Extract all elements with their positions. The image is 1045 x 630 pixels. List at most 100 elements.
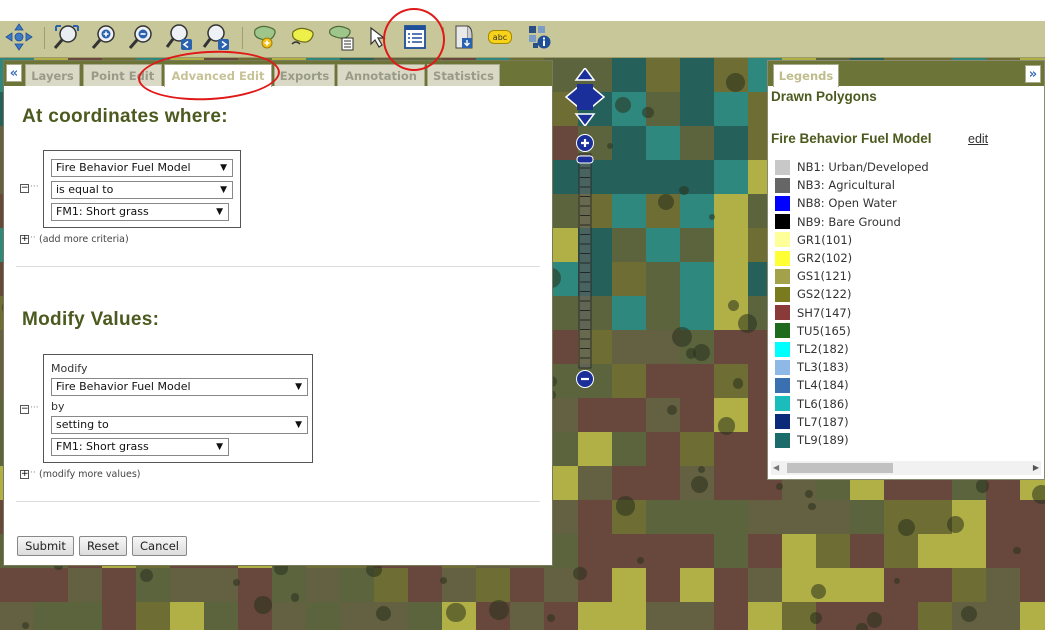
- zoom-out-icon[interactable]: [126, 22, 156, 52]
- tab-legends[interactable]: Legends: [773, 64, 839, 87]
- criteria-value-value: FM1: Short grass: [56, 205, 149, 218]
- drawn-polygons-title: Drawn Polygons: [771, 89, 877, 104]
- zoom-previous-icon[interactable]: [164, 22, 194, 52]
- cancel-button[interactable]: Cancel: [132, 536, 187, 556]
- legend-tab-bar: Legends »: [768, 61, 1044, 87]
- legend-panel: Legends » Drawn Polygons Fire Behavior F…: [767, 60, 1045, 480]
- export-icon[interactable]: [449, 22, 479, 52]
- legend-item: NB9: Bare Ground: [775, 214, 901, 230]
- select-polygon-icon[interactable]: [288, 22, 318, 52]
- coordinates-heading: At coordinates where:: [22, 106, 228, 127]
- legend-label: TL3(183): [797, 360, 849, 375]
- legend-item: GS2(122): [775, 286, 851, 302]
- legend-edit-link[interactable]: edit: [968, 132, 988, 146]
- scroll-right-icon[interactable]: ▶: [1033, 463, 1039, 472]
- zoom-in-icon[interactable]: [89, 22, 119, 52]
- modify-label: Modify: [51, 362, 88, 375]
- legend-item: SH7(147): [775, 305, 851, 321]
- add-criteria-link[interactable]: (add more criteria): [39, 234, 129, 245]
- legend-label: GS2(122): [797, 287, 852, 302]
- zoom-next-icon[interactable]: [201, 22, 231, 52]
- legend-item: GR1(101): [775, 232, 852, 248]
- legend-item: TL9(189): [775, 432, 849, 448]
- legend-label: SH7(147): [797, 305, 852, 320]
- modify-method-select[interactable]: setting to ▼: [51, 416, 308, 434]
- advanced-edit-panel: « Layers Point Edit Advanced Edit Export…: [3, 60, 553, 566]
- legend-item: NB3: Agricultural: [775, 177, 895, 193]
- polygon-table-icon[interactable]: [327, 22, 357, 52]
- modify-field-select[interactable]: Fire Behavior Fuel Model ▼: [51, 378, 308, 396]
- scrollbar-thumb[interactable]: [787, 463, 893, 473]
- draw-polygon-icon[interactable]: [251, 22, 281, 52]
- legend-scrollbar[interactable]: ◀ ▶: [771, 461, 1041, 475]
- legend-swatch: [775, 432, 790, 448]
- legend-swatch: [775, 195, 790, 211]
- legend-item: TL3(183): [775, 359, 849, 375]
- legend-item: TU5(165): [775, 323, 851, 339]
- legend-swatch: [775, 414, 790, 430]
- reset-button[interactable]: Reset: [79, 536, 127, 556]
- toolbar-top-space: [0, 0, 1045, 21]
- tab-layers[interactable]: Layers: [25, 64, 80, 86]
- submit-button[interactable]: Submit: [17, 536, 74, 556]
- legend-swatch: [775, 359, 790, 375]
- legend-swatch: [775, 268, 790, 284]
- legend-label: GR1(101): [797, 232, 853, 247]
- modify-method-value: setting to: [56, 418, 109, 431]
- legend-label: NB9: Bare Ground: [797, 214, 901, 229]
- annotation-ring-table-tool: [383, 8, 445, 71]
- legend-swatch: [775, 159, 790, 175]
- legend-item: NB1: Urban/Developed: [775, 159, 929, 175]
- label-icon-text: abc: [488, 30, 512, 44]
- legend-label: TL9(189): [797, 433, 849, 447]
- legend-item: TL7(187): [775, 414, 849, 430]
- legend-label: TL4(184): [797, 378, 849, 393]
- legend-label: GR2(102): [797, 251, 853, 265]
- legend-swatch: [775, 250, 790, 266]
- legend-item: TL6(186): [775, 396, 849, 412]
- divider: [16, 266, 540, 267]
- legend-label: NB1: Urban/Developed: [797, 160, 929, 174]
- zoom-extent-icon[interactable]: [52, 22, 82, 52]
- modify-field-value: Fire Behavior Fuel Model: [56, 380, 191, 393]
- add-modify-link[interactable]: (modify more values): [39, 469, 141, 480]
- modify-value-select[interactable]: FM1: Short grass ▼: [51, 438, 229, 456]
- add-criteria-button[interactable]: +: [20, 235, 29, 244]
- collapse-panel-button[interactable]: «: [6, 64, 22, 82]
- legend-label: NB3: Agricultural: [797, 178, 896, 193]
- criteria-field-value: Fire Behavior Fuel Model: [56, 161, 191, 174]
- legend-label: NB8: Open Water: [797, 196, 897, 211]
- legend-label: TL2(182): [797, 342, 849, 356]
- criteria-value-select[interactable]: FM1: Short grass ▼: [51, 203, 229, 221]
- legend-item: TL4(184): [775, 377, 849, 393]
- modify-values-heading: Modify Values:: [22, 309, 160, 330]
- modify-box: Modify Fire Behavior Fuel Model ▼ by sett…: [43, 354, 313, 463]
- expand-panel-button[interactable]: »: [1025, 65, 1041, 83]
- remove-modify-button[interactable]: −: [20, 405, 29, 414]
- zoom-slider[interactable]: [576, 134, 594, 388]
- criteria-field-select[interactable]: Fire Behavior Fuel Model ▼: [51, 159, 233, 177]
- add-modify-button[interactable]: +: [20, 470, 29, 479]
- legend-layer-title: Fire Behavior Fuel Model: [771, 131, 932, 146]
- scroll-left-icon[interactable]: ◀: [773, 463, 779, 472]
- legend-swatch: [775, 377, 790, 393]
- label-icon[interactable]: abc: [484, 22, 516, 52]
- criteria-operator-select[interactable]: is equal to ▼: [51, 181, 233, 199]
- legend-swatch: [775, 232, 790, 248]
- legend-swatch: [775, 177, 790, 193]
- tab-statistics[interactable]: Statistics: [427, 64, 500, 86]
- legend-swatch: [775, 323, 790, 339]
- pan-icon[interactable]: [4, 22, 34, 52]
- pan-control[interactable]: [564, 66, 606, 128]
- legend-label: TL7(187): [797, 414, 849, 429]
- tab-exports[interactable]: Exports: [274, 64, 335, 86]
- legend-item: NB8: Open Water: [775, 195, 897, 211]
- info-icon[interactable]: [525, 22, 555, 52]
- by-label: by: [51, 400, 65, 413]
- legend-swatch: [775, 305, 790, 321]
- modify-value-value: FM1: Short grass: [56, 440, 149, 453]
- divider: [16, 501, 540, 502]
- criteria-box: Fire Behavior Fuel Model ▼ is equal to ▼ F…: [43, 150, 241, 228]
- legend-item: GR2(102): [775, 250, 852, 266]
- remove-criteria-button[interactable]: −: [20, 184, 29, 193]
